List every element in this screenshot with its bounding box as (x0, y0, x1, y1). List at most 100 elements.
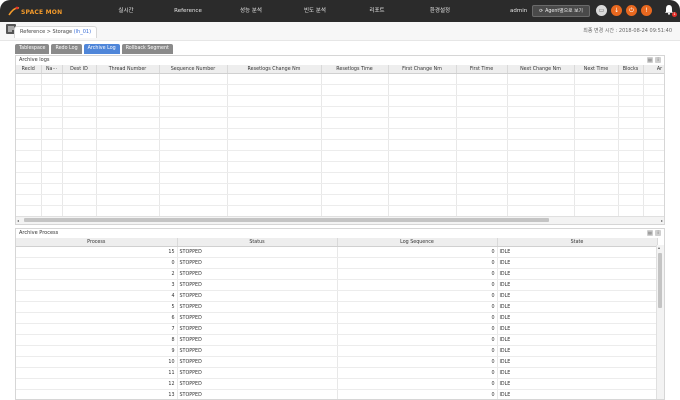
table-cell: 4 (16, 290, 178, 302)
table-cell: 10 (16, 356, 178, 368)
tab-redo-log[interactable]: Redo Log (51, 44, 82, 54)
scroll-thumb[interactable] (658, 253, 662, 308)
table-cell: 0 (337, 279, 498, 291)
table-cell (227, 95, 322, 107)
table-cell (159, 183, 228, 195)
table-cell (456, 139, 508, 151)
nav-reference[interactable]: Reference (174, 0, 202, 22)
table-cell (456, 128, 508, 140)
column-header[interactable]: Ar (643, 65, 664, 74)
table-cell (643, 106, 664, 118)
app-logo[interactable]: SPACE MON (8, 4, 62, 18)
table-cell (62, 161, 97, 173)
table-row[interactable] (16, 128, 664, 140)
table-row[interactable]: 15 STOPPED 0 IDLE (16, 246, 658, 258)
nav-performance-analysis[interactable]: 성능 분석 (240, 0, 262, 22)
table-row[interactable] (16, 95, 664, 107)
column-header[interactable]: Next Time (574, 65, 619, 74)
table-row[interactable]: 12 STOPPED 0 IDLE (16, 378, 658, 390)
table-row[interactable]: 3 STOPPED 0 IDLE (16, 279, 658, 291)
table-cell (227, 128, 322, 140)
column-header[interactable]: Log Sequence (337, 238, 498, 247)
table-row[interactable]: 11 STOPPED 0 IDLE (16, 367, 658, 379)
column-header[interactable]: First Time (456, 65, 508, 74)
table-cell: STOPPED (177, 356, 338, 368)
column-header[interactable]: Dest ID (62, 65, 97, 74)
scroll-right-icon[interactable]: ▸ (661, 217, 663, 224)
table-row[interactable] (16, 161, 664, 173)
table-row[interactable]: 2 STOPPED 0 IDLE (16, 268, 658, 280)
column-header[interactable]: First Change Nm (388, 65, 457, 74)
tab-tablespace[interactable]: Tablespace (15, 44, 50, 54)
download-icon[interactable]: ↓ (611, 5, 622, 16)
table-row[interactable] (16, 106, 664, 118)
table-row[interactable] (16, 73, 664, 85)
column-header[interactable]: State (497, 238, 658, 247)
table-cell: 7 (16, 323, 178, 335)
vertical-scrollbar[interactable]: ▴ (656, 245, 664, 399)
table-row[interactable] (16, 139, 664, 151)
table-row[interactable] (16, 117, 664, 129)
export-icon[interactable]: ▤ (647, 230, 653, 236)
table-cell (159, 172, 228, 184)
column-header[interactable]: Sequence Number (159, 65, 228, 74)
table-cell (574, 183, 619, 195)
column-header[interactable]: Resetlogs Change Nm (227, 65, 322, 74)
fullscreen-icon[interactable]: ▭ (596, 5, 607, 16)
table-cell (388, 150, 457, 162)
table-cell (456, 106, 508, 118)
column-header[interactable]: Resetlogs Time (321, 65, 389, 74)
nav-settings[interactable]: 환경설정 (430, 0, 450, 22)
table-row[interactable]: 13 STOPPED 0 IDLE (16, 389, 658, 399)
horizontal-scrollbar[interactable]: ◂ ▸ (16, 216, 664, 224)
column-header[interactable]: RecId (16, 65, 42, 74)
table-row[interactable]: 8 STOPPED 0 IDLE (16, 334, 658, 346)
export-icon[interactable]: ▤ (647, 57, 653, 63)
table-row[interactable] (16, 150, 664, 162)
column-header[interactable]: Thread Number (96, 65, 160, 74)
table-cell: 0 (337, 345, 498, 357)
table-row[interactable]: 9 STOPPED 0 IDLE (16, 345, 658, 357)
table-cell (321, 73, 389, 85)
scroll-up-icon[interactable]: ▴ (658, 245, 660, 251)
table-cell (507, 205, 575, 217)
scroll-thumb[interactable] (24, 218, 549, 222)
column-header[interactable]: Status (177, 238, 338, 247)
user-name[interactable]: admin (510, 0, 527, 22)
column-header[interactable]: Process (16, 238, 178, 247)
nav-frequency-analysis[interactable]: 빈도 분석 (304, 0, 326, 22)
notification-bell-icon[interactable]: 1 (664, 4, 677, 17)
table-cell: 0 (16, 257, 178, 269)
scroll-left-icon[interactable]: ◂ (17, 217, 19, 224)
nav-realtime[interactable]: 실시간 (118, 0, 133, 22)
column-header[interactable]: Blocks (618, 65, 644, 74)
table-cell (321, 95, 389, 107)
table-row[interactable] (16, 183, 664, 195)
breadcrumb[interactable]: Reference > Storage (lh_01) (14, 26, 98, 38)
table-row[interactable]: 4 STOPPED 0 IDLE (16, 290, 658, 302)
table-row[interactable]: 5 STOPPED 0 IDLE (16, 301, 658, 313)
info-icon[interactable]: i (655, 230, 661, 236)
table-row[interactable]: 6 STOPPED 0 IDLE (16, 312, 658, 324)
table-row[interactable]: 0 STOPPED 0 IDLE (16, 257, 658, 269)
power-icon[interactable]: ⏻ (626, 5, 637, 16)
nav-report[interactable]: 리포트 (369, 0, 384, 22)
table-row[interactable] (16, 84, 664, 96)
table-cell (618, 172, 644, 184)
info-icon[interactable]: ! (641, 5, 652, 16)
info-icon[interactable]: i (655, 57, 661, 63)
tab-rollback-segment[interactable]: Rollback Segment (121, 44, 173, 54)
table-row[interactable]: 10 STOPPED 0 IDLE (16, 356, 658, 368)
table-cell (507, 106, 575, 118)
tab-archive-log[interactable]: Archive Log (83, 44, 120, 54)
table-row[interactable] (16, 205, 664, 217)
table-cell (643, 117, 664, 129)
table-cell (574, 73, 619, 85)
table-row[interactable] (16, 194, 664, 206)
column-header[interactable]: Na··· (41, 65, 63, 74)
agent-view-button[interactable]: ⟳ Agent별으로 보기 (532, 5, 590, 17)
column-header[interactable]: Next Change Nm (507, 65, 575, 74)
table-row[interactable] (16, 172, 664, 184)
table-row[interactable]: 7 STOPPED 0 IDLE (16, 323, 658, 335)
table-cell (96, 84, 160, 96)
